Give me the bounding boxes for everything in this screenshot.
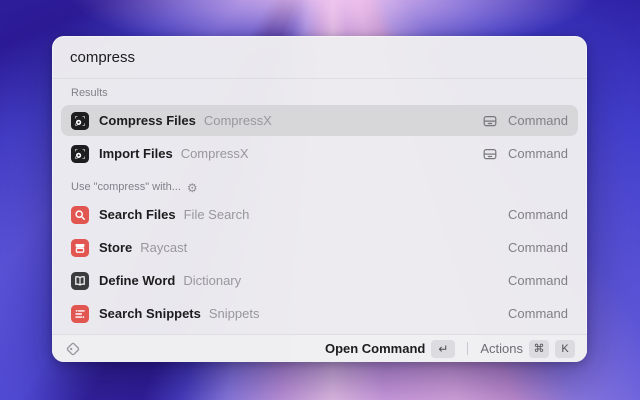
list-item-search-snippets[interactable]: Search Snippets Snippets Command	[61, 298, 578, 329]
list-item-define-word[interactable]: Define Word Dictionary Command	[61, 265, 578, 296]
search-bar	[52, 36, 587, 78]
results-list: Results Compress Files CompressX Command	[52, 79, 587, 334]
open-command-label: Open Command	[324, 341, 426, 356]
list-item-subtitle: CompressX	[180, 146, 249, 161]
hard-drive-icon	[483, 115, 497, 126]
raycast-launcher-window: Results Compress Files CompressX Command	[52, 36, 587, 362]
store-icon	[71, 238, 89, 257]
item-type-badge: Command	[508, 273, 568, 288]
fallback-section-label: Use "compress" with... ⚙	[61, 171, 578, 199]
snippets-icon	[71, 304, 89, 323]
list-item-subtitle: Raycast	[140, 240, 188, 255]
results-section-label: Results	[61, 79, 578, 105]
search-input[interactable]	[70, 48, 569, 66]
item-type-badge: Command	[508, 306, 568, 321]
item-type-badge: Command	[508, 146, 568, 161]
list-item-import-files[interactable]: Import Files CompressX Command	[61, 138, 578, 169]
hard-drive-icon	[483, 148, 497, 159]
gear-icon[interactable]: ⚙	[187, 182, 198, 194]
list-item-title: Search Snippets	[99, 306, 201, 321]
raycast-logo-icon	[66, 342, 80, 355]
actions-label: Actions	[480, 341, 523, 356]
list-item-title: Compress Files	[99, 113, 196, 128]
dictionary-icon	[71, 271, 89, 290]
list-item-subtitle: CompressX	[203, 113, 272, 128]
actions-button[interactable]: Actions ⌘ K	[480, 339, 575, 358]
results-section-label-text: Results	[71, 87, 108, 99]
open-command-button[interactable]: Open Command ↵	[324, 339, 456, 358]
item-type-badge: Command	[508, 207, 568, 222]
compressx-app-icon	[71, 144, 89, 163]
return-key-icon: ↵	[431, 339, 456, 358]
list-item-search-files[interactable]: Search Files File Search Command	[61, 199, 578, 230]
list-item-subtitle: Dictionary	[183, 273, 242, 288]
command-key-icon: ⌘	[529, 339, 549, 358]
list-item-title: Import Files	[99, 146, 173, 161]
k-key-icon: K	[555, 339, 575, 358]
list-item-title: Define Word	[99, 273, 176, 288]
list-item-store[interactable]: Store Raycast Command	[61, 232, 578, 263]
list-item-subtitle: Snippets	[208, 306, 260, 321]
file-search-icon	[71, 205, 89, 224]
fallback-section-label-text: Use "compress" with...	[71, 181, 181, 193]
action-bar: Open Command ↵ Actions ⌘ K	[52, 334, 587, 362]
list-item-title: Store	[99, 240, 133, 255]
list-item-compress-files[interactable]: Compress Files CompressX Command	[61, 105, 578, 136]
footer-divider	[467, 342, 469, 355]
list-item-subtitle: File Search	[183, 207, 250, 222]
compressx-app-icon	[71, 111, 89, 130]
item-type-badge: Command	[508, 240, 568, 255]
item-type-badge: Command	[508, 113, 568, 128]
list-item-title: Search Files	[99, 207, 176, 222]
